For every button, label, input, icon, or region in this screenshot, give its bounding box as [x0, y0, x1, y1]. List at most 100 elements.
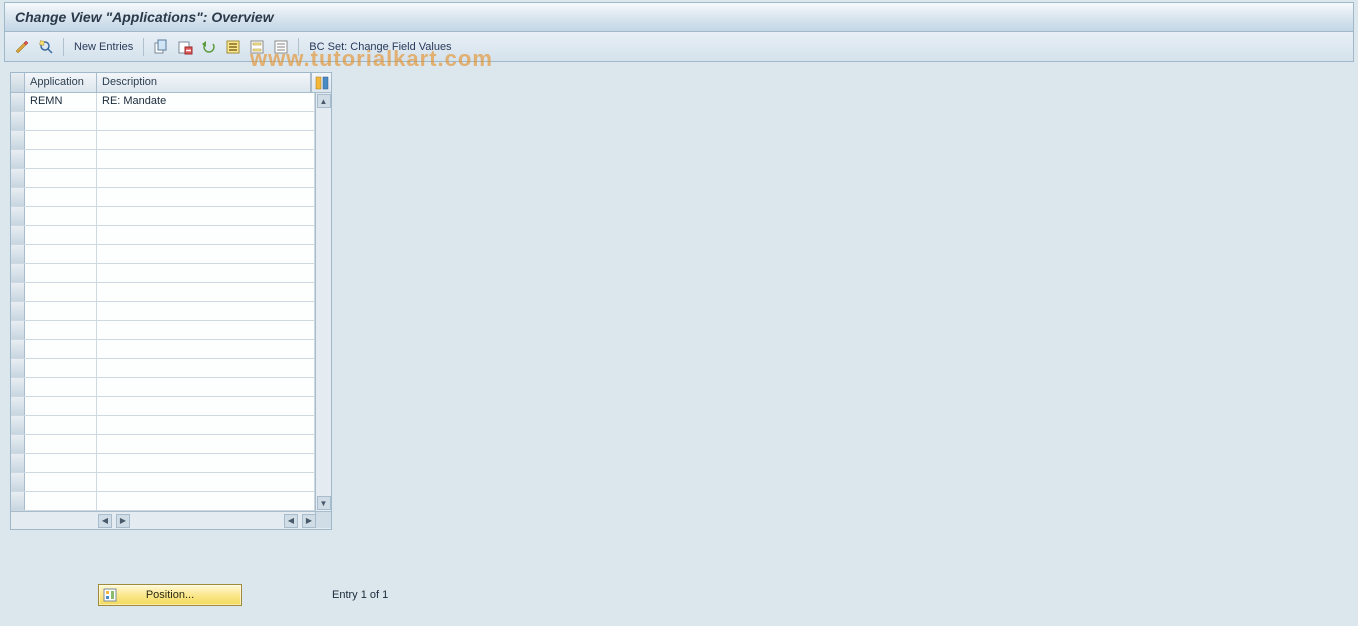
cell-application[interactable] — [25, 340, 97, 358]
select-all-rows-handle[interactable] — [11, 73, 25, 92]
cell-application[interactable] — [25, 454, 97, 472]
bc-set-button[interactable]: BC Set: Change Field Values — [307, 41, 453, 53]
select-all-icon[interactable] — [224, 38, 242, 56]
position-button[interactable]: Position... — [98, 584, 242, 606]
copy-as-icon[interactable] — [152, 38, 170, 56]
row-selector[interactable] — [11, 416, 25, 434]
cell-description[interactable] — [97, 264, 315, 282]
delete-icon[interactable] — [176, 38, 194, 56]
table-body: REMNRE: Mandate ▲ ▼ — [11, 93, 331, 511]
row-selector[interactable] — [11, 207, 25, 225]
scroll-up-icon[interactable]: ▲ — [317, 94, 331, 108]
row-selector[interactable] — [11, 150, 25, 168]
row-selector[interactable] — [11, 245, 25, 263]
table-row — [11, 112, 315, 131]
toolbar-separator — [143, 38, 144, 56]
column-header-application[interactable]: Application — [25, 73, 97, 92]
cell-description[interactable] — [97, 492, 315, 510]
row-selector[interactable] — [11, 302, 25, 320]
scroll-right-last-icon[interactable]: ▶ — [302, 514, 316, 528]
toolbar-separator — [63, 38, 64, 56]
cell-description[interactable] — [97, 207, 315, 225]
row-selector[interactable] — [11, 435, 25, 453]
scroll-down-icon[interactable]: ▼ — [317, 496, 331, 510]
cell-description[interactable] — [97, 321, 315, 339]
scroll-left-first-icon[interactable]: ◀ — [98, 514, 112, 528]
row-selector[interactable] — [11, 378, 25, 396]
row-selector[interactable] — [11, 169, 25, 187]
scroll-right-step-icon[interactable]: ▶ — [116, 514, 130, 528]
table-configure-icon[interactable] — [311, 73, 331, 92]
main-content: Application Description REMNRE: Mandate … — [0, 62, 1358, 540]
cell-description[interactable] — [97, 188, 315, 206]
row-selector[interactable] — [11, 359, 25, 377]
cell-description[interactable] — [97, 245, 315, 263]
row-selector[interactable] — [11, 93, 25, 111]
row-selector[interactable] — [11, 264, 25, 282]
position-icon — [102, 587, 118, 603]
cell-application[interactable] — [25, 397, 97, 415]
cell-description[interactable] — [97, 397, 315, 415]
cell-description[interactable] — [97, 302, 315, 320]
row-selector[interactable] — [11, 188, 25, 206]
cell-application[interactable] — [25, 264, 97, 282]
row-selector[interactable] — [11, 131, 25, 149]
cell-application[interactable] — [25, 245, 97, 263]
column-header-description[interactable]: Description — [97, 73, 311, 92]
cell-application[interactable] — [25, 435, 97, 453]
select-block-icon[interactable] — [248, 38, 266, 56]
row-selector[interactable] — [11, 492, 25, 510]
cell-application[interactable] — [25, 302, 97, 320]
row-selector[interactable] — [11, 473, 25, 491]
cell-application[interactable]: REMN — [25, 93, 97, 111]
cell-description[interactable] — [97, 473, 315, 491]
entry-status: Entry 1 of 1 — [332, 589, 388, 601]
cell-application[interactable] — [25, 131, 97, 149]
scroll-left-step-icon[interactable]: ◀ — [284, 514, 298, 528]
horizontal-scrollbar[interactable]: ◀ ▶ ◀ ▶ — [11, 511, 331, 529]
cell-description[interactable] — [97, 454, 315, 472]
cell-description[interactable] — [97, 169, 315, 187]
row-selector[interactable] — [11, 226, 25, 244]
table-row — [11, 188, 315, 207]
cell-description[interactable] — [97, 435, 315, 453]
cell-application[interactable] — [25, 207, 97, 225]
cell-application[interactable] — [25, 169, 97, 187]
cell-description[interactable]: RE: Mandate — [97, 93, 315, 111]
new-entries-button[interactable]: New Entries — [72, 41, 135, 53]
undo-icon[interactable] — [200, 38, 218, 56]
deselect-all-icon[interactable] — [272, 38, 290, 56]
table-row — [11, 435, 315, 454]
vertical-scrollbar[interactable]: ▲ ▼ — [315, 93, 331, 511]
cell-application[interactable] — [25, 226, 97, 244]
row-selector[interactable] — [11, 321, 25, 339]
cell-application[interactable] — [25, 492, 97, 510]
row-selector[interactable] — [11, 340, 25, 358]
cell-application[interactable] — [25, 321, 97, 339]
row-selector[interactable] — [11, 397, 25, 415]
row-selector[interactable] — [11, 112, 25, 130]
cell-description[interactable] — [97, 112, 315, 130]
row-selector[interactable] — [11, 283, 25, 301]
cell-description[interactable] — [97, 283, 315, 301]
cell-application[interactable] — [25, 150, 97, 168]
toggle-change-icon[interactable] — [13, 38, 31, 56]
cell-application[interactable] — [25, 188, 97, 206]
cell-application[interactable] — [25, 473, 97, 491]
table-row — [11, 340, 315, 359]
cell-description[interactable] — [97, 340, 315, 358]
cell-description[interactable] — [97, 378, 315, 396]
cell-description[interactable] — [97, 359, 315, 377]
cell-application[interactable] — [25, 283, 97, 301]
cell-description[interactable] — [97, 226, 315, 244]
cell-description[interactable] — [97, 131, 315, 149]
cell-description[interactable] — [97, 150, 315, 168]
cell-description[interactable] — [97, 416, 315, 434]
cell-application[interactable] — [25, 378, 97, 396]
table-row — [11, 359, 315, 378]
row-selector[interactable] — [11, 454, 25, 472]
other-view-icon[interactable] — [37, 38, 55, 56]
cell-application[interactable] — [25, 112, 97, 130]
cell-application[interactable] — [25, 416, 97, 434]
cell-application[interactable] — [25, 359, 97, 377]
